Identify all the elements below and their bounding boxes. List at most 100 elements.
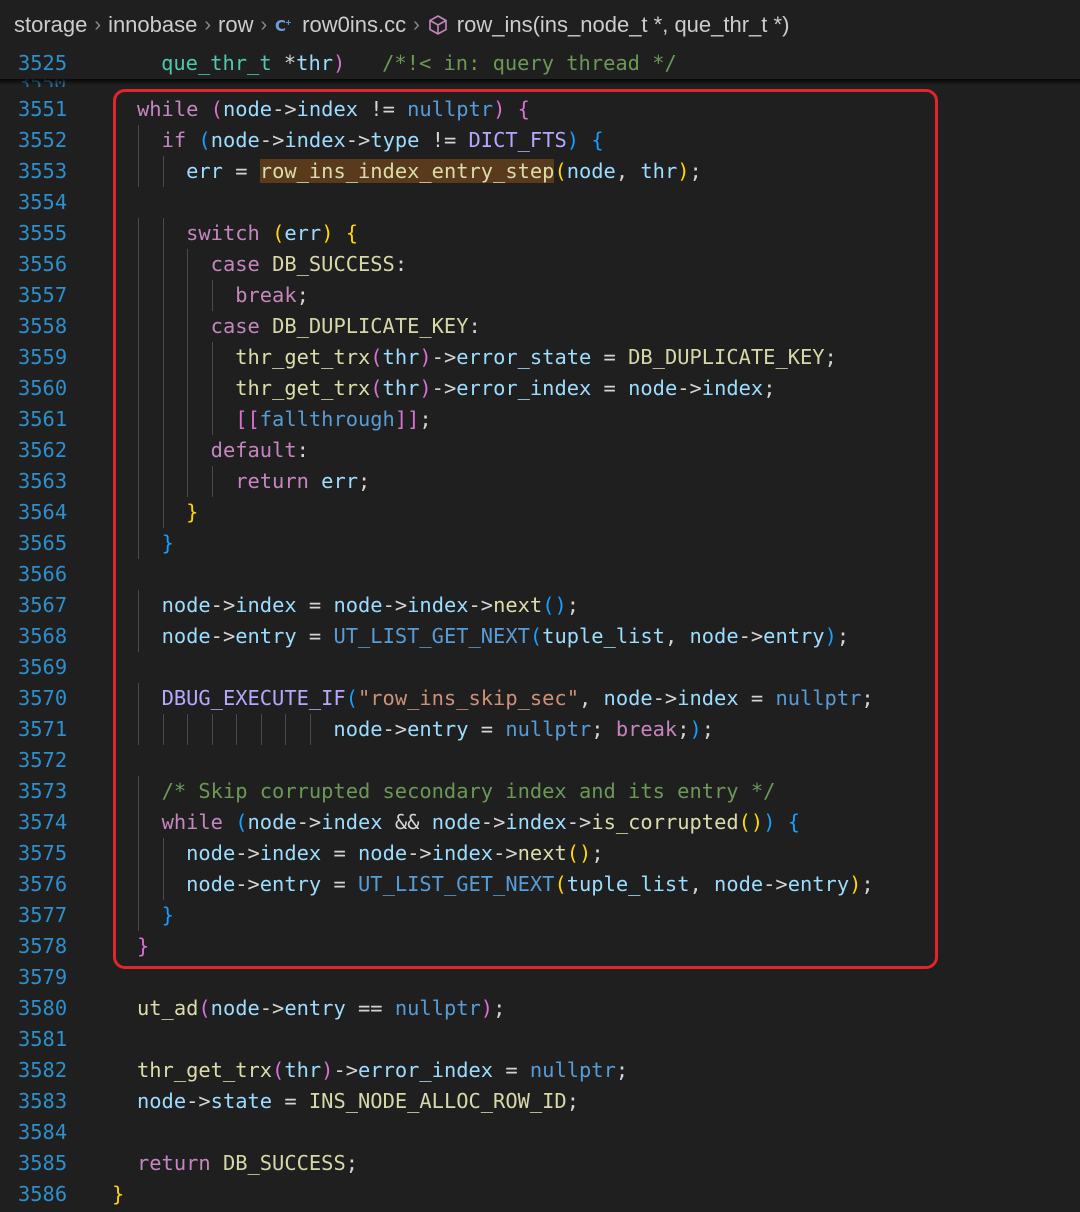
code-token: } <box>112 1182 125 1206</box>
indent-guide <box>162 280 164 311</box>
sticky-code-line[interactable]: 3525 que_thr_t *thr) /*!< in: query thre… <box>0 48 1080 79</box>
code-text: thr_get_trx(thr)->error_index = nullptr; <box>137 1055 628 1086</box>
code-token: index <box>296 97 359 121</box>
code-line[interactable]: 3552 if (node->index->type != DICT_FTS) … <box>0 125 1080 156</box>
code-line[interactable]: 3583 node->state = INS_NODE_ALLOC_ROW_ID; <box>0 1086 1080 1117</box>
code-line[interactable]: 3560 thr_get_trx(thr)->error_index = nod… <box>0 373 1080 404</box>
breadcrumb-item[interactable]: C + row0ins.cc <box>274 12 406 38</box>
indent-guide <box>162 435 164 466</box>
code-line[interactable]: 3559 thr_get_trx(thr)->error_state = DB_… <box>0 342 1080 373</box>
code-line[interactable]: 3551 while (node->index != nullptr) { <box>0 94 1080 125</box>
code-token: node <box>431 810 481 834</box>
code-line[interactable]: 3569 <box>0 652 1080 683</box>
code-line[interactable]: 3584 <box>0 1117 1080 1148</box>
chevron-right-icon: › <box>413 13 420 36</box>
breadcrumb-item[interactable]: innobase <box>108 12 197 38</box>
breadcrumb-item[interactable]: row <box>218 12 253 38</box>
code-line[interactable]: 3578} <box>0 931 1080 962</box>
code-line[interactable]: 3579 <box>0 962 1080 993</box>
code-token: != <box>419 128 469 152</box>
code-token: nullptr <box>407 97 494 121</box>
sticky-scroll-line[interactable]: 3525 que_thr_t *thr) /*!< in: query thre… <box>0 48 1080 79</box>
code-line[interactable]: 3556 case DB_SUCCESS: <box>0 249 1080 280</box>
code-token: entry <box>235 624 297 648</box>
code-line[interactable]: 3581 <box>0 1024 1080 1055</box>
indent-guide <box>211 280 213 311</box>
code-text: node->entry = nullptr; break;); <box>137 714 714 745</box>
code-token: = <box>493 1058 530 1082</box>
code-line[interactable]: 3572 <box>0 745 1080 776</box>
code-token: ( <box>554 872 567 896</box>
code-line[interactable]: 3567 node->index = node->index->next(); <box>0 590 1080 621</box>
code-token: break <box>615 717 678 741</box>
code-line[interactable]: 3562 default: <box>0 435 1080 466</box>
indent-guide <box>187 404 189 435</box>
code-line[interactable]: 3582 thr_get_trx(thr)->error_index = null… <box>0 1055 1080 1086</box>
code-line[interactable]: 3566 <box>0 559 1080 590</box>
code-token: = <box>296 624 334 648</box>
code-token: ) <box>321 1058 334 1082</box>
code-line[interactable]: 3555 switch (err) { <box>0 218 1080 249</box>
code-token: -> <box>480 810 506 834</box>
method-cube-icon <box>427 14 449 36</box>
code-token: ; <box>701 717 715 741</box>
code-line[interactable]: 3573 /* Skip corrupted secondary index a… <box>0 776 1080 807</box>
indent-guide <box>138 900 139 931</box>
code-line[interactable]: 3554 <box>0 187 1080 218</box>
code-line[interactable]: 3577 } <box>0 900 1080 931</box>
code-token: = <box>296 593 334 617</box>
code-line[interactable]: 3580 ut_ad(node->entry == nullptr); <box>0 993 1080 1024</box>
indent-guide <box>162 249 164 280</box>
code-token: ) <box>419 345 432 369</box>
sticky-scroll-shadow <box>0 79 1080 85</box>
code-token: state <box>210 1089 273 1113</box>
code-token: ( <box>370 376 383 400</box>
code-line[interactable]: 3576 node->entry = UT_LIST_GET_NEXT(tupl… <box>0 869 1080 900</box>
indent-guide <box>211 714 213 745</box>
line-number: 3564 <box>18 500 68 524</box>
code-token: [[ <box>235 407 260 431</box>
code-token: index <box>407 593 469 617</box>
code-token: ( <box>198 996 211 1020</box>
code-line[interactable]: 3568 node->entry = UT_LIST_GET_NEXT(tupl… <box>0 621 1080 652</box>
code-line[interactable]: 3557 break; <box>0 280 1080 311</box>
code-line[interactable]: 3570 DBUG_EXECUTE_IF("row_ins_skip_sec",… <box>0 683 1080 714</box>
code-token: ) <box>493 97 506 121</box>
code-line[interactable]: 3585 return DB_SUCCESS; <box>0 1148 1080 1179</box>
code-token: entry <box>407 717 469 741</box>
breadcrumb: storage › innobase › row › C + row0ins.cc › row_in… <box>0 0 1080 50</box>
line-number: 3565 <box>18 531 68 555</box>
code-line[interactable]: 3558 case DB_DUPLICATE_KEY: <box>0 311 1080 342</box>
code-token: -> <box>345 128 371 152</box>
code-token: is_corrupted <box>591 810 739 834</box>
indent-guide <box>187 373 189 404</box>
code-line[interactable]: 3571 node->entry = nullptr; break;); <box>0 714 1080 745</box>
code-line[interactable]: 3564 } <box>0 497 1080 528</box>
line-number: 3586 <box>18 1182 68 1206</box>
breadcrumb-item[interactable]: row_ins(ins_node_t *, que_thr_t *) <box>427 12 789 38</box>
code-line[interactable]: 3575 node->index = node->index->next(); <box>0 838 1080 869</box>
code-line[interactable]: 3574 while (node->index && node->index->… <box>0 807 1080 838</box>
code-token: ; <box>836 624 850 648</box>
code-line[interactable]: 3586} <box>0 1179 1080 1210</box>
code-line[interactable]: 3561 [[fallthrough]]; <box>0 404 1080 435</box>
code-line[interactable]: 3565 } <box>0 528 1080 559</box>
code-token: ; <box>677 717 690 741</box>
line-number: 3525 <box>18 51 68 75</box>
code-token: ; <box>824 345 837 369</box>
code-token: -> <box>210 624 236 648</box>
code-line[interactable]: 3563 return err; <box>0 466 1080 497</box>
code-text: } <box>137 497 198 528</box>
line-number: 3581 <box>18 1027 68 1051</box>
code-line[interactable]: 3553 err = row_ins_index_entry_step(node… <box>0 156 1080 187</box>
breadcrumb-item[interactable]: storage <box>14 12 87 38</box>
